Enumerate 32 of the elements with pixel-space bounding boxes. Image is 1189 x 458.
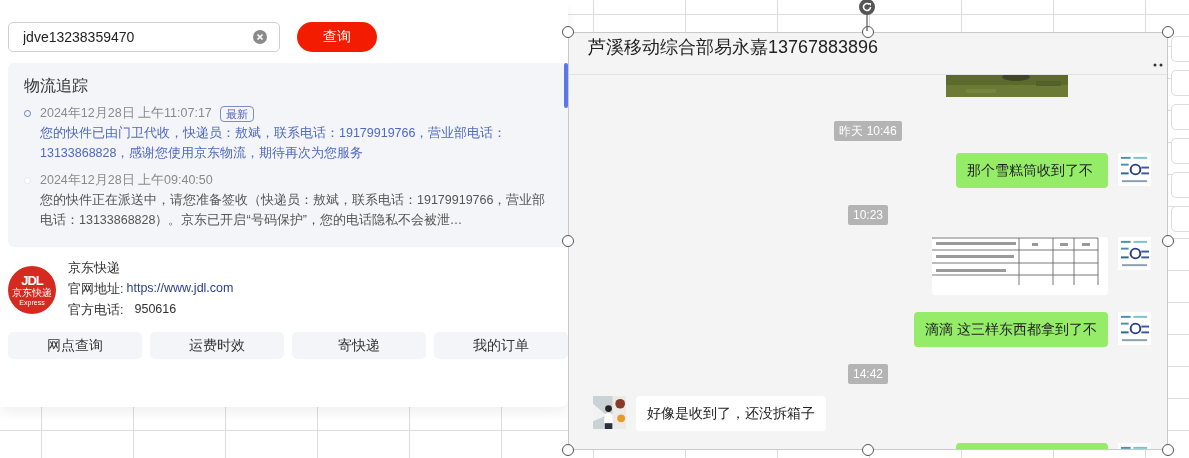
event-time: 2024年12月28日 上午09:40:50 (40, 172, 213, 189)
scrollbar-thumb[interactable] (564, 63, 568, 108)
action-button[interactable]: 运费时效 (150, 332, 284, 359)
website-link[interactable]: https://www.jdl.com (126, 281, 234, 298)
event-time: 2024年12月28日 上午11:07:17 (40, 105, 212, 122)
message-bubble: 滴滴 这三样东西都拿到了不 (914, 312, 1108, 347)
message-bubble: 那个雪糕筒收到了不 (956, 153, 1108, 188)
chat-screenshot[interactable]: 芦溪移动综合部易永嘉13767883896 昨天 10:46 那个雪糕筒收到了不 10:23 滴滴 这三样东西都拿到了不 14:42 好像是收到了，还没拆箱子 (568, 32, 1168, 450)
selection-handle[interactable] (1162, 444, 1174, 456)
phone-number: 950616 (134, 302, 177, 318)
selection-handle[interactable] (562, 444, 574, 456)
search-field[interactable]: jdve13238359470 (8, 22, 280, 52)
clear-icon[interactable] (253, 30, 267, 44)
more-icon[interactable] (1153, 63, 1163, 67)
rotate-handle-icon[interactable] (858, 0, 876, 31)
status-badge: 最新 (219, 105, 254, 122)
action-button[interactable]: 我的订单 (434, 332, 568, 359)
phone-label: 官方电话: (68, 302, 124, 319)
message-bubble: 好像是收到了，还没拆箱子 (636, 396, 826, 431)
event-text: 您的快件正在派送中，请您准备签收（快递员：敖斌，联系电话：19179919766，营业部电话：13133868828）。京东已开启“号码保护”，您的电话隐私不会被泄… (40, 192, 547, 229)
query-button[interactable]: 查询 (297, 22, 377, 52)
event-text: 您的快件已由门卫代收，快递员：敖斌，联系电话：19179919766，营业部电话：13133868828，感谢您使用京东物流，期待再次为您服务 (40, 125, 508, 162)
message-time: 昨天 10:46 (834, 121, 902, 141)
website-label: 官网地址: (68, 281, 124, 298)
message-time: 10:23 (848, 205, 888, 225)
carrier-name: 京东快递 (68, 260, 121, 277)
selection-handle[interactable] (1162, 26, 1174, 38)
action-button[interactable]: 网点查询 (8, 332, 142, 359)
action-button[interactable]: 寄快递 (292, 332, 426, 359)
chat-title: 芦溪移动综合部易永嘉13767883896 (588, 36, 879, 59)
message-time: 14:42 (848, 364, 888, 384)
section-title: 物流追踪 (24, 76, 89, 96)
